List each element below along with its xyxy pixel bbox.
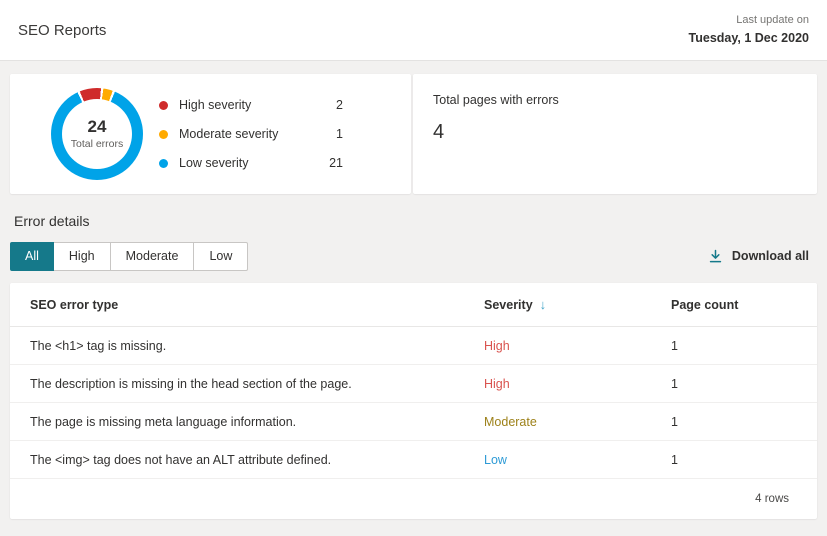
filter-tab-moderate[interactable]: Moderate [110,242,195,271]
error-details-title: Error details [14,213,827,229]
filter-tab-low[interactable]: Low [193,242,248,271]
last-update-date: Tuesday, 1 Dec 2020 [689,29,809,47]
error-type-cell: The description is missing in the head s… [30,377,484,391]
table-row[interactable]: The <img> tag does not have an ALT attri… [10,441,817,479]
legend-value: 21 [329,156,343,170]
filter-tab-all[interactable]: All [10,242,54,271]
total-errors-value: 24 [88,118,107,137]
severity-legend: High severity 2 Moderate severity 1 Low seve… [159,91,343,178]
seo-reports-page: SEO Reports Last update on Tuesday, 1 De… [0,0,827,519]
last-update: Last update on Tuesday, 1 Dec 2020 [689,13,809,47]
download-all-label: Download all [732,249,809,263]
legend-dot-icon [159,101,168,110]
error-type-cell: The <img> tag does not have an ALT attri… [30,453,484,467]
table-body: The <h1> tag is missing.High1The descrip… [10,327,817,479]
total-errors-card: 24 Total errors High severity 2 Moderate s… [10,74,411,194]
severity-cell: Moderate [484,415,671,429]
column-header-page-count: Page count [671,298,817,312]
download-all-button[interactable]: Download all [708,249,809,264]
table-row[interactable]: The page is missing meta language inform… [10,403,817,441]
filter-tab-high[interactable]: High [53,242,111,271]
error-type-cell: The page is missing meta language inform… [30,415,484,429]
page-header: SEO Reports Last update on Tuesday, 1 De… [0,0,827,61]
total-pages-value: 4 [433,121,797,144]
column-header-severity[interactable]: Severity ↓ [484,298,671,312]
severity-cell: Low [484,453,671,467]
page-count-cell: 1 [671,339,817,353]
legend-value: 1 [336,127,343,141]
legend-dot-icon [159,159,168,168]
total-errors-donut-chart: 24 Total errors [51,88,143,180]
severity-header-label: Severity [484,298,533,312]
legend-label: Moderate severity [179,127,278,141]
error-type-cell: The <h1> tag is missing. [30,339,484,353]
legend-label: Low severity [179,156,248,170]
page-count-cell: 1 [671,415,817,429]
total-pages-label: Total pages with errors [433,93,797,107]
total-pages-card: Total pages with errors 4 [413,74,817,194]
severity-cell: High [484,339,671,353]
donut-center: 24 Total errors [62,99,132,169]
page-count-cell: 1 [671,453,817,467]
page-title: SEO Reports [18,22,106,39]
table-header-row: SEO error type Severity ↓ Page count [10,283,817,327]
table-footer: 4 rows [10,479,817,519]
total-errors-label: Total errors [71,138,124,150]
legend-dot-icon [159,130,168,139]
legend-label: High severity [179,98,251,112]
page-count-cell: 1 [671,377,817,391]
severity-cell: High [484,377,671,391]
table-controls-row: AllHighModerateLow Download all [10,241,817,271]
summary-cards-row: 24 Total errors High severity 2 Moderate s… [10,74,817,194]
severity-filter-tab-group: AllHighModerateLow [10,242,248,271]
table-row[interactable]: The <h1> tag is missing.High1 [10,327,817,365]
download-icon [708,249,723,264]
legend-value: 2 [336,98,343,112]
row-count-label: 4 rows [755,493,789,505]
legend-item: Low severity 21 [159,149,343,178]
legend-item: Moderate severity 1 [159,120,343,149]
table-row[interactable]: The description is missing in the head s… [10,365,817,403]
column-header-error-type: SEO error type [30,298,484,312]
error-table-card: SEO error type Severity ↓ Page count The… [10,283,817,519]
legend-item: High severity 2 [159,91,343,120]
last-update-label: Last update on [689,13,809,29]
sort-descending-icon: ↓ [540,298,547,311]
